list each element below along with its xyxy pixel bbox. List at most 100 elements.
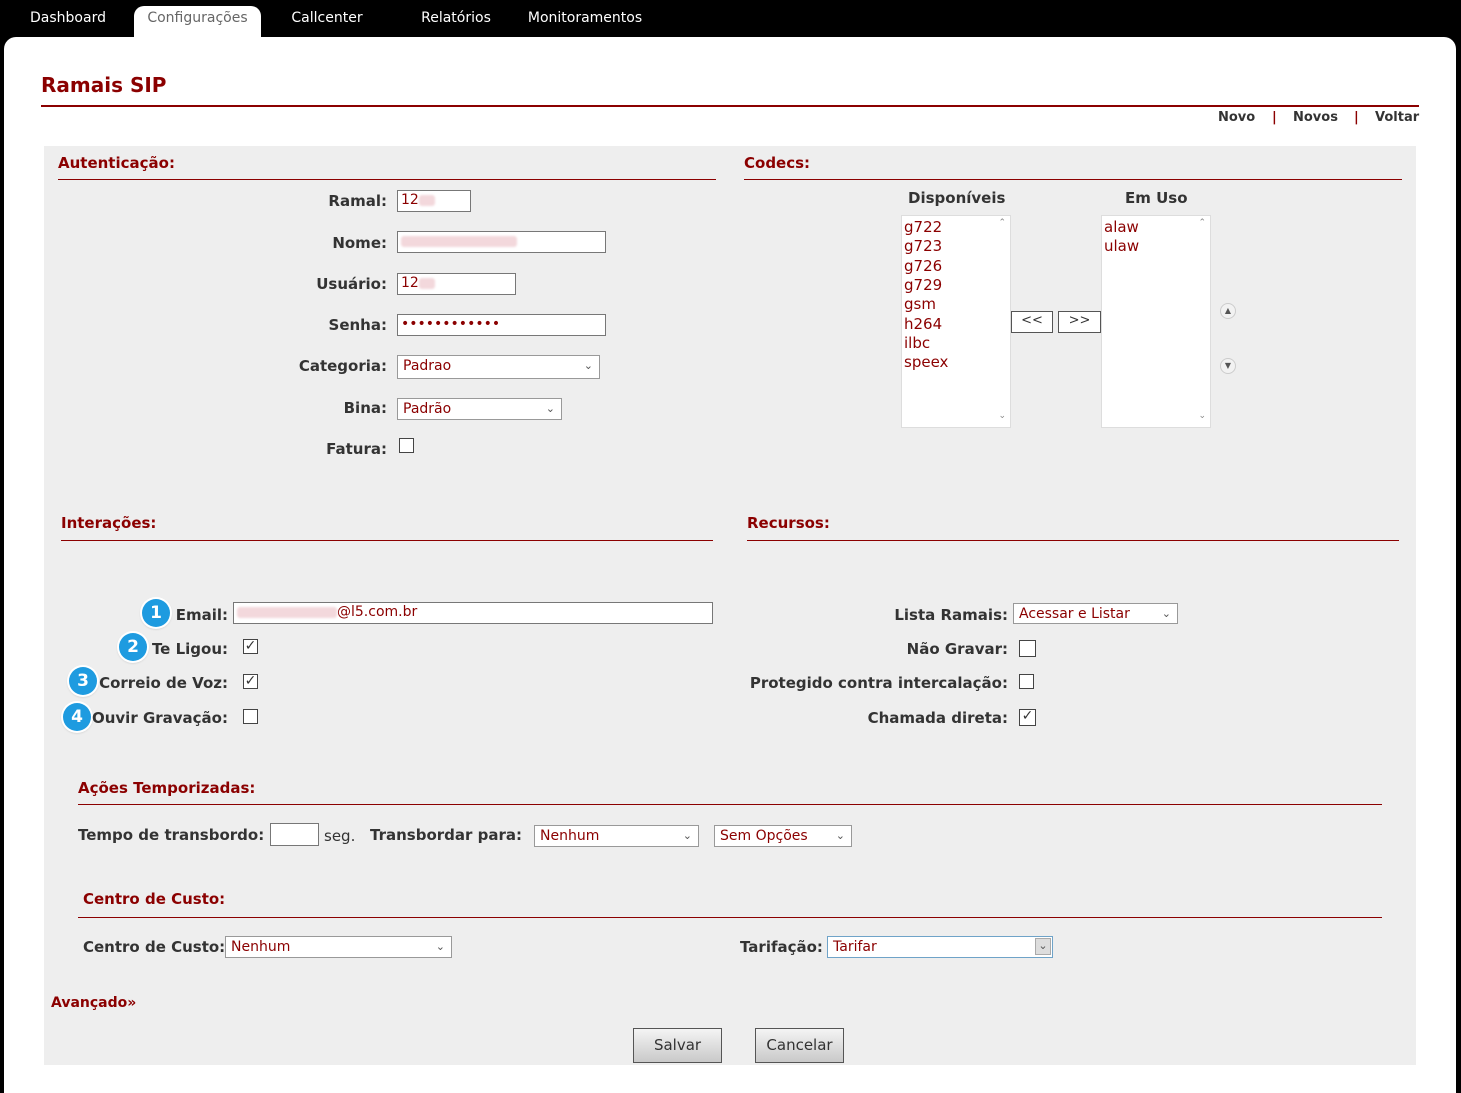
categoria-label: Categoria: bbox=[298, 357, 387, 375]
ouvir-label: Ouvir Gravação: bbox=[91, 709, 228, 727]
lista-ramais-select[interactable]: Acessar e Listar ⌄ bbox=[1013, 603, 1178, 624]
email-value: @l5.com.br bbox=[337, 604, 418, 620]
correio-checkbox[interactable]: ✓ bbox=[243, 674, 258, 689]
codec-item[interactable]: h264 bbox=[904, 315, 942, 333]
move-down-icon[interactable]: ▼ bbox=[1220, 358, 1236, 374]
move-left-button[interactable]: << bbox=[1011, 311, 1053, 333]
centro-select[interactable]: Nenhum ⌄ bbox=[225, 936, 452, 958]
ouvir-checkbox[interactable] bbox=[243, 709, 258, 724]
codec-item[interactable]: g722 bbox=[904, 218, 942, 236]
tarifacao-value: Tarifar bbox=[833, 939, 877, 955]
senha-input[interactable]: •••••••••••• bbox=[397, 314, 606, 336]
centro-label: Centro de Custo: bbox=[83, 938, 226, 956]
email-label: Email: bbox=[175, 606, 228, 624]
inuse-codecs-list[interactable]: alaw ulaw ⌃ ⌄ bbox=[1101, 215, 1211, 428]
scroll-up-icon[interactable]: ⌃ bbox=[1198, 218, 1206, 228]
codec-item[interactable]: g723 bbox=[904, 237, 942, 255]
lista-ramais-label: Lista Ramais: bbox=[894, 606, 1008, 624]
tarifacao-label: Tarifação: bbox=[740, 938, 823, 956]
tab-dashboard[interactable]: Dashboard bbox=[16, 0, 120, 37]
usuario-value: 12 bbox=[401, 275, 419, 291]
usuario-input[interactable]: 12 bbox=[397, 273, 516, 295]
scroll-up-icon[interactable]: ⌃ bbox=[998, 218, 1006, 228]
transbordar-select[interactable]: Nenhum ⌄ bbox=[534, 825, 699, 847]
callout-badge-2: 2 bbox=[119, 633, 147, 661]
advanced-link[interactable]: Avançado» bbox=[51, 995, 136, 1011]
back-link[interactable]: Voltar bbox=[1375, 110, 1419, 125]
chevron-down-icon: ⌄ bbox=[835, 829, 845, 842]
tab-monitoramentos[interactable]: Monitoramentos bbox=[520, 0, 650, 37]
cancel-button[interactable]: Cancelar bbox=[755, 1028, 844, 1063]
redacted bbox=[418, 277, 435, 289]
opcoes-value: Sem Opções bbox=[720, 828, 808, 844]
senha-label: Senha: bbox=[328, 316, 387, 334]
opcoes-select[interactable]: Sem Opções ⌄ bbox=[714, 825, 852, 847]
chevron-down-icon: ⌄ bbox=[1035, 938, 1051, 955]
timed-heading: Ações Temporizadas: bbox=[78, 779, 256, 797]
chevron-down-icon: ⌄ bbox=[1161, 607, 1171, 620]
te-ligou-label: Te Ligou: bbox=[151, 640, 228, 658]
callout-badge-4: 4 bbox=[63, 703, 91, 731]
cost-rule bbox=[78, 917, 1382, 918]
chevron-down-icon: ⌄ bbox=[435, 940, 445, 953]
timed-rule bbox=[78, 804, 1382, 805]
categoria-select[interactable]: Padrao ⌄ bbox=[397, 355, 600, 379]
seconds-unit: seg. bbox=[324, 827, 356, 845]
scroll-down-icon[interactable]: ⌄ bbox=[998, 411, 1006, 421]
main-page: Ramais SIP Novo | Novos | Voltar Autenti… bbox=[4, 37, 1456, 1093]
chevron-down-icon: ⌄ bbox=[583, 359, 593, 372]
fatura-label: Fatura: bbox=[326, 440, 387, 458]
email-input[interactable]: @l5.com.br bbox=[233, 602, 713, 624]
separator: | bbox=[1354, 110, 1359, 125]
nome-label: Nome: bbox=[332, 234, 387, 252]
page-title: Ramais SIP bbox=[41, 73, 167, 97]
codec-item[interactable]: gsm bbox=[904, 295, 936, 313]
available-label: Disponíveis bbox=[908, 189, 1006, 207]
te-ligou-checkbox[interactable]: ✓ bbox=[243, 639, 258, 654]
protegido-checkbox[interactable] bbox=[1019, 674, 1034, 689]
title-divider bbox=[41, 105, 1419, 107]
codec-item[interactable]: speex bbox=[904, 353, 948, 371]
news-link[interactable]: Novos bbox=[1293, 110, 1338, 125]
separator: | bbox=[1272, 110, 1277, 125]
tarifacao-select[interactable]: Tarifar ⌄ bbox=[827, 936, 1053, 958]
lista-ramais-value: Acessar e Listar bbox=[1019, 606, 1130, 622]
codec-item[interactable]: alaw bbox=[1104, 218, 1139, 236]
nao-gravar-label: Não Gravar: bbox=[906, 640, 1008, 658]
save-button[interactable]: Salvar bbox=[633, 1028, 722, 1063]
redacted bbox=[401, 235, 517, 247]
move-up-icon[interactable]: ▲ bbox=[1220, 303, 1236, 319]
interactions-heading: Interações: bbox=[61, 514, 157, 532]
available-codecs-list[interactable]: g722 g723 g726 g729 gsm h264 ilbc speex … bbox=[901, 215, 1011, 428]
chamada-direta-label: Chamada direta: bbox=[867, 709, 1008, 727]
tab-relatorios[interactable]: Relatórios bbox=[410, 0, 502, 37]
codec-item[interactable]: g726 bbox=[904, 257, 942, 275]
nao-gravar-checkbox[interactable] bbox=[1019, 640, 1036, 657]
redacted bbox=[418, 194, 435, 206]
fatura-checkbox[interactable] bbox=[399, 438, 414, 453]
codec-item[interactable]: ulaw bbox=[1104, 237, 1139, 255]
move-right-button[interactable]: >> bbox=[1058, 311, 1101, 333]
inuse-label: Em Uso bbox=[1125, 189, 1188, 207]
codecs-rule bbox=[744, 179, 1402, 180]
bina-select[interactable]: Padrão ⌄ bbox=[397, 398, 562, 420]
chamada-direta-checkbox[interactable]: ✓ bbox=[1019, 709, 1036, 726]
codec-item[interactable]: g729 bbox=[904, 276, 942, 294]
tab-callcenter[interactable]: Callcenter bbox=[280, 0, 374, 37]
correio-label: Correio de Voz: bbox=[99, 674, 228, 692]
codec-item[interactable]: ilbc bbox=[904, 334, 930, 352]
tempo-label: Tempo de transbordo: bbox=[78, 826, 265, 844]
transbordar-label: Transbordar para: bbox=[370, 826, 523, 844]
transbordar-value: Nenhum bbox=[540, 828, 600, 844]
top-navigation: Dashboard Configurações Callcenter Relat… bbox=[0, 0, 1461, 37]
scroll-down-icon[interactable]: ⌄ bbox=[1198, 411, 1206, 421]
new-link[interactable]: Novo bbox=[1218, 110, 1255, 125]
bina-value: Padrão bbox=[403, 401, 452, 417]
ramal-input[interactable]: 12 bbox=[397, 190, 471, 212]
callout-badge-3: 3 bbox=[69, 667, 97, 695]
chevron-down-icon: ⌄ bbox=[682, 829, 692, 842]
nome-input[interactable] bbox=[397, 231, 606, 253]
cost-heading: Centro de Custo: bbox=[83, 890, 226, 908]
tempo-input[interactable] bbox=[270, 823, 319, 846]
tab-configuracoes[interactable]: Configurações bbox=[134, 6, 261, 37]
